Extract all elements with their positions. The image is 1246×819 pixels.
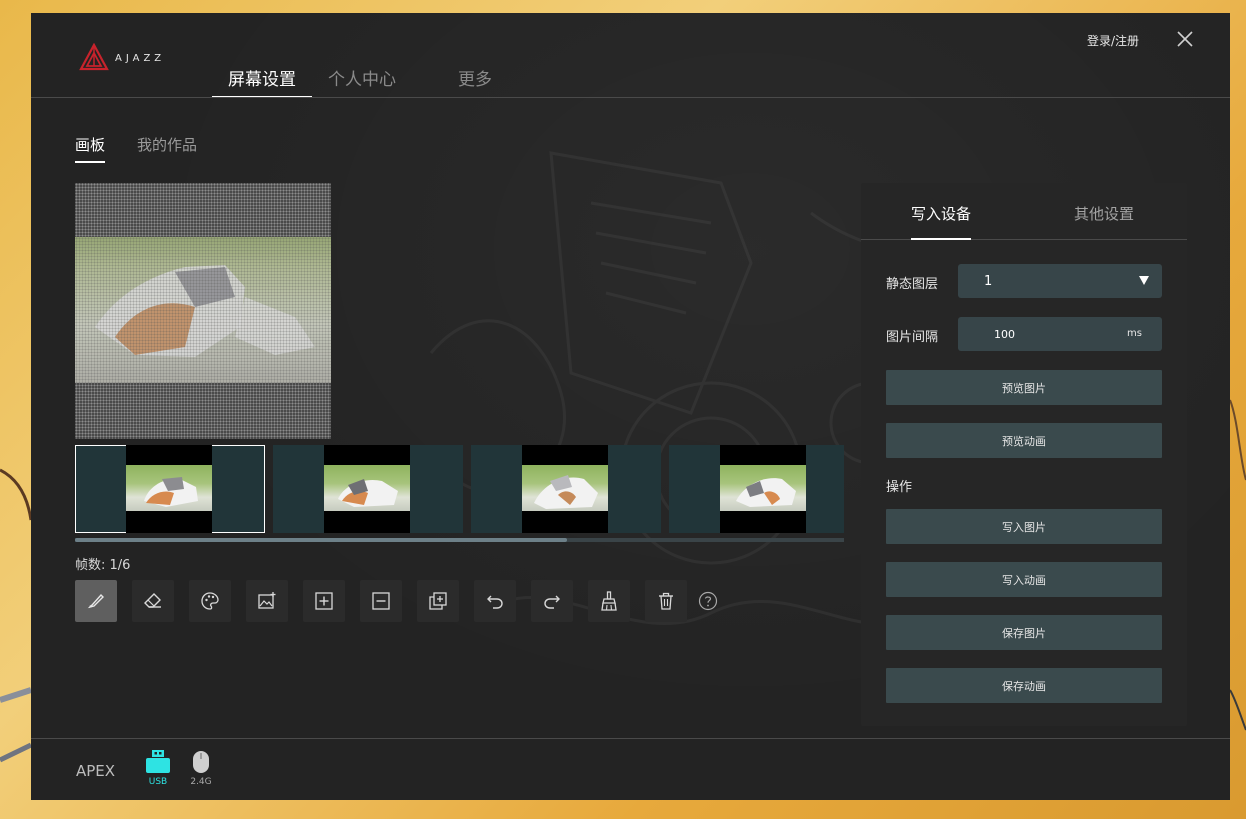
- help-icon[interactable]: [698, 591, 718, 611]
- tab-my-works[interactable]: 我的作品: [137, 134, 197, 163]
- logo-text: AJAZZ: [115, 52, 166, 64]
- insert-image-button[interactable]: [246, 580, 288, 622]
- canvas-image: [75, 237, 331, 383]
- tab-personal-center[interactable]: 个人中心: [312, 65, 412, 98]
- main-tabs: 屏幕设置 个人中心 更多: [212, 65, 508, 98]
- panel-tabs: 写入设备 其他设置: [861, 183, 1187, 240]
- close-icon[interactable]: [1174, 28, 1196, 50]
- operation-label: 操作: [886, 480, 913, 495]
- drawing-toolbar: [75, 580, 718, 622]
- palette-tool-button[interactable]: [189, 580, 231, 622]
- tab-drawing-board[interactable]: 画板: [75, 134, 106, 163]
- dropdown-arrow-icon: [1139, 276, 1149, 285]
- preview-animation-button[interactable]: 预览动画: [886, 423, 1162, 458]
- delete-button[interactable]: [645, 580, 687, 622]
- app-window: AJAZZ 屏幕设置 个人中心 更多 登录/注册 画板 我的作品 帧数: 1/6…: [31, 13, 1230, 800]
- undo-button[interactable]: [474, 580, 516, 622]
- frame-add-icon: [315, 592, 333, 610]
- copy-frame-button[interactable]: [417, 580, 459, 622]
- drawing-canvas[interactable]: [75, 183, 331, 439]
- eraser-tool-button[interactable]: [132, 580, 174, 622]
- wireless-label: 2.4G: [190, 777, 212, 787]
- frame-thumbnail[interactable]: [273, 445, 463, 533]
- trash-icon: [659, 592, 673, 610]
- palette-icon: [201, 592, 219, 610]
- frame-remove-icon: [372, 592, 390, 610]
- usb-label: USB: [148, 777, 168, 787]
- interval-value: 100: [994, 327, 1015, 341]
- frame-count: 帧数: 1/6: [75, 558, 131, 573]
- write-image-button[interactable]: 写入图片: [886, 509, 1162, 544]
- redo-button[interactable]: [531, 580, 573, 622]
- frame-thumbnail[interactable]: [75, 445, 265, 533]
- static-layer-value: 1: [984, 273, 993, 289]
- frame-thumbnail[interactable]: [669, 445, 844, 533]
- clear-brush-icon: [601, 591, 617, 611]
- image-add-icon: [258, 592, 276, 609]
- tab-write-device[interactable]: 写入设备: [911, 203, 972, 240]
- footer-divider: [31, 738, 1230, 739]
- undo-icon: [487, 595, 503, 609]
- frame-copy-icon: [429, 592, 447, 610]
- interval-label: 图片间隔: [886, 330, 939, 345]
- usb-connection-button[interactable]: USB: [144, 750, 172, 787]
- frame-strip: [75, 445, 844, 533]
- preview-image-button[interactable]: 预览图片: [886, 370, 1162, 405]
- add-frame-button[interactable]: [303, 580, 345, 622]
- clear-canvas-button[interactable]: [588, 580, 630, 622]
- save-image-button[interactable]: 保存图片: [886, 615, 1162, 650]
- header-divider: [31, 97, 1230, 98]
- static-layer-select[interactable]: 1: [958, 264, 1162, 298]
- redo-icon: [544, 595, 560, 609]
- mouse-icon: [193, 751, 209, 773]
- sub-tabs: 画板 我的作品: [75, 134, 197, 163]
- brush-tool-button[interactable]: [75, 580, 117, 622]
- eraser-icon: [144, 593, 161, 608]
- settings-panel: 写入设备 其他设置 静态图层 1 图片间隔 100 ms 预览图片 预览动画 操…: [861, 183, 1187, 726]
- device-name: APEX: [76, 762, 116, 780]
- frame-strip-scrollbar[interactable]: [75, 538, 567, 542]
- interval-unit: ms: [1127, 328, 1142, 339]
- interval-input[interactable]: 100 ms: [958, 317, 1162, 351]
- tab-more[interactable]: 更多: [442, 65, 508, 98]
- usb-dongle-icon: [146, 750, 170, 773]
- remove-frame-button[interactable]: [360, 580, 402, 622]
- brush-icon: [87, 593, 104, 609]
- ajazz-logo-icon: [79, 43, 109, 71]
- app-logo: AJAZZ: [79, 43, 165, 73]
- wireless-connection-button[interactable]: 2.4G: [188, 750, 214, 787]
- tab-other-settings[interactable]: 其他设置: [1074, 203, 1134, 238]
- login-register-link[interactable]: 登录/注册: [1087, 32, 1139, 49]
- tab-screen-settings[interactable]: 屏幕设置: [212, 65, 312, 98]
- write-animation-button[interactable]: 写入动画: [886, 562, 1162, 597]
- save-animation-button[interactable]: 保存动画: [886, 668, 1162, 703]
- frame-thumbnail[interactable]: [471, 445, 661, 533]
- static-layer-label: 静态图层: [886, 277, 939, 292]
